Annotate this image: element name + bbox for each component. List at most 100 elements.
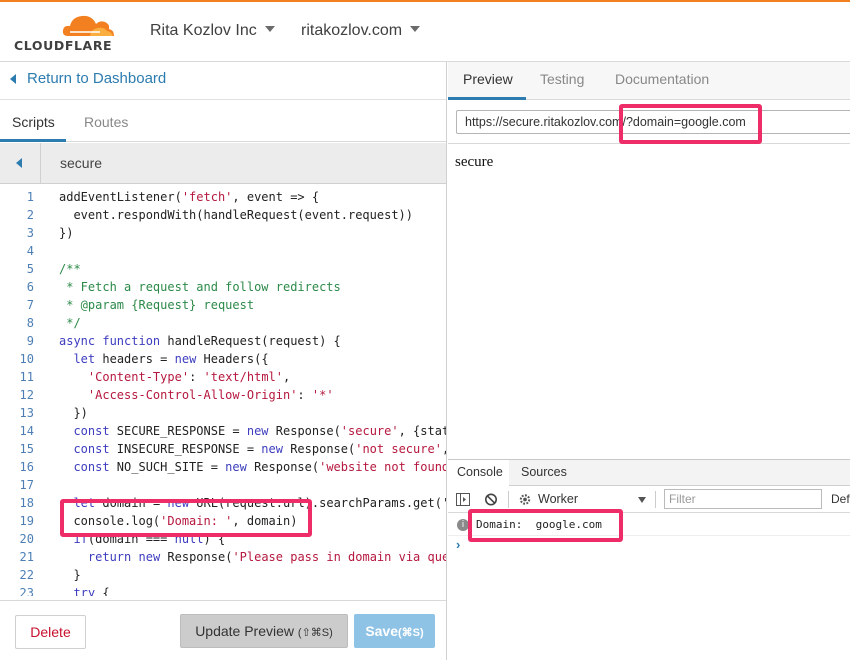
code-text: return new Response('Please pass in doma… xyxy=(87,550,446,564)
tab-preview[interactable]: Preview xyxy=(463,71,513,87)
line-number: 23 xyxy=(19,586,34,596)
line-number: 15 xyxy=(19,442,34,456)
code-line: 22 } xyxy=(0,566,446,584)
line-number: 20 xyxy=(19,532,34,546)
code-text: * @param {Request} request xyxy=(59,298,255,312)
chevron-left-icon xyxy=(10,74,16,84)
editor-footer: Delete Update Preview (⇧⌘S) Save(⌘S) xyxy=(0,600,446,660)
line-number: 11 xyxy=(19,370,34,384)
line-number: 17 xyxy=(19,478,34,492)
code-line: 16 const NO_SUCH_SITE = new Response('we… xyxy=(0,458,446,476)
code-line: 15 const INSECURE_RESPONSE = new Respons… xyxy=(0,440,446,458)
account-name: Rita Kozlov Inc xyxy=(150,22,257,39)
code-text: */ xyxy=(59,316,81,330)
divider xyxy=(655,491,656,508)
code-text: try { xyxy=(73,586,110,596)
top-bar: CLOUDFLARE Rita Kozlov Inc ritakozlov.co… xyxy=(0,0,850,62)
domain-name: ritakozlov.com xyxy=(301,22,403,39)
preview-output: secure xyxy=(455,154,494,170)
code-line: 3}) xyxy=(0,224,446,242)
code-line: 9 async function handleRequest(request) { xyxy=(0,332,446,350)
account-dropdown[interactable]: Rita Kozlov Inc xyxy=(150,22,275,40)
delete-button[interactable]: Delete xyxy=(15,615,86,649)
line-number: 21 xyxy=(19,550,34,564)
line-number: 1 xyxy=(26,190,34,204)
code-line: 8 */ xyxy=(0,314,446,332)
line-number: 7 xyxy=(26,298,34,312)
context-selector[interactable]: Worker xyxy=(538,492,578,506)
update-preview-button[interactable]: Update Preview (⇧⌘S) xyxy=(180,614,348,648)
tab-routes[interactable]: Routes xyxy=(84,114,128,130)
tab-testing[interactable]: Testing xyxy=(540,71,584,87)
tab-documentation[interactable]: Documentation xyxy=(615,71,709,87)
code-text: const SECURE_RESPONSE = new Response('se… xyxy=(73,424,446,438)
line-number: 5 xyxy=(26,262,34,276)
code-line: 11 'Content-Type': 'text/html', xyxy=(0,368,446,386)
tab-sources[interactable]: Sources xyxy=(521,465,567,479)
code-text: const NO_SUCH_SITE = new Response('websi… xyxy=(73,460,446,474)
line-number: 18 xyxy=(19,496,34,510)
code-text: let headers = new Headers({ xyxy=(73,352,269,366)
code-line: 5 /** xyxy=(0,260,446,278)
line-number: 3 xyxy=(26,226,34,240)
line-number: 9 xyxy=(26,334,34,348)
preview-tabs: Preview Testing Documentation xyxy=(448,62,850,100)
code-line: 4 xyxy=(0,242,446,260)
preview-panel: Preview Testing Documentation https://se… xyxy=(448,62,850,660)
divider xyxy=(40,143,41,184)
divider xyxy=(508,491,509,508)
active-tab-indicator xyxy=(0,139,66,142)
script-selector: secure xyxy=(0,143,446,184)
save-button[interactable]: Save(⌘S) xyxy=(354,614,435,648)
code-line: 6 * Fetch a request and follow redirects xyxy=(0,278,446,296)
highlight-console-log-line xyxy=(60,499,312,537)
code-line: 13 }) xyxy=(0,404,446,422)
domain-dropdown[interactable]: ritakozlov.com xyxy=(301,22,421,40)
tab-console[interactable]: Console xyxy=(457,465,503,479)
clear-console-icon[interactable] xyxy=(484,493,498,506)
sidebar-toggle-icon[interactable] xyxy=(456,493,470,506)
return-label: Return to Dashboard xyxy=(27,70,167,87)
code-line: 10 let headers = new Headers({ xyxy=(0,350,446,368)
chevron-down-icon xyxy=(264,26,275,32)
line-number: 4 xyxy=(26,244,34,258)
code-line: 14 const SECURE_RESPONSE = new Response(… xyxy=(0,422,446,440)
update-preview-label: Update Preview xyxy=(195,623,295,639)
console-prompt[interactable]: › xyxy=(456,537,460,552)
code-text: const INSECURE_RESPONSE = new Response('… xyxy=(73,442,446,456)
code-text: } xyxy=(59,568,81,582)
cloudflare-logo[interactable]: CLOUDFLARE xyxy=(12,10,122,56)
line-number: 13 xyxy=(19,406,34,420)
console-filter-input[interactable]: Filter xyxy=(664,489,822,509)
code-text: addEventListener('fetch', event => { xyxy=(59,190,320,204)
code-line: 21 return new Response('Please pass in d… xyxy=(0,548,446,566)
code-line: 7 * @param {Request} request xyxy=(0,296,446,314)
chevron-down-icon xyxy=(410,26,421,32)
line-number: 6 xyxy=(26,280,34,294)
line-number: 8 xyxy=(26,316,34,330)
cloud-icon xyxy=(62,15,114,36)
collapse-sidebar-icon[interactable] xyxy=(16,158,22,168)
code-line: 12 'Access-Control-Allow-Origin': '*' xyxy=(0,386,446,404)
highlight-console-output xyxy=(468,509,623,542)
line-number: 14 xyxy=(19,424,34,438)
line-number: 19 xyxy=(19,514,34,528)
editor-panel: Return to Dashboard Scripts Routes secur… xyxy=(0,62,447,660)
line-number: 10 xyxy=(19,352,34,366)
logo-text: CLOUDFLARE xyxy=(14,38,113,53)
tab-scripts[interactable]: Scripts xyxy=(12,114,55,130)
code-text: async function handleRequest(request) { xyxy=(59,334,341,348)
code-text: }) xyxy=(59,406,88,420)
code-text: /** xyxy=(59,262,81,276)
line-number: 12 xyxy=(19,388,34,402)
devtools-tabs: Console Sources xyxy=(448,460,850,486)
save-label: Save xyxy=(365,623,399,639)
devtools-panel: Console Sources Worker Filter Def i Doma… xyxy=(448,459,850,660)
code-line: 1 addEventListener('fetch', event => { xyxy=(0,188,446,206)
log-levels-dropdown[interactable]: Def xyxy=(831,492,850,506)
line-number: 2 xyxy=(26,208,34,222)
line-number: 16 xyxy=(19,460,34,474)
code-line: 23 try { xyxy=(0,584,446,596)
return-to-dashboard-link[interactable]: Return to Dashboard xyxy=(0,62,446,100)
gear-icon xyxy=(519,494,531,505)
